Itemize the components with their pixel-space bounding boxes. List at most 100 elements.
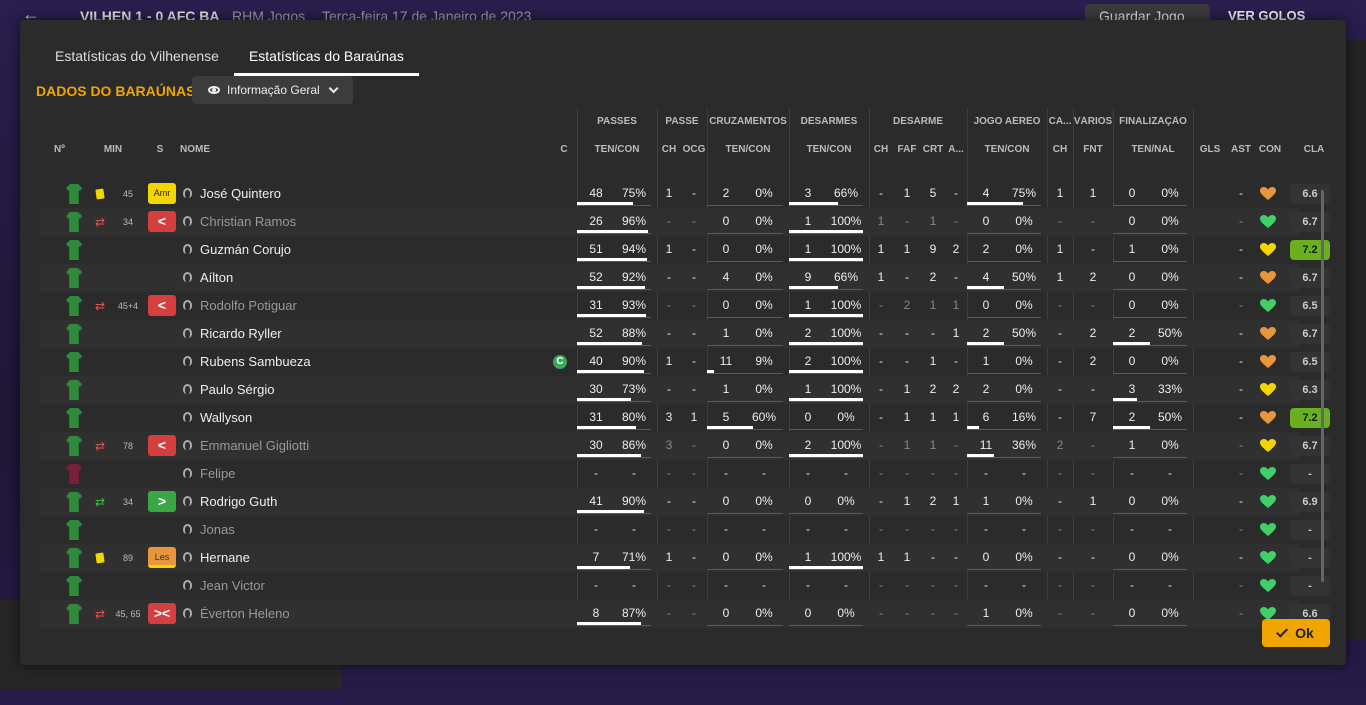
stat-value: 1	[903, 550, 911, 564]
table-row[interactable]: ⇄ 45, 65 >< Éverton Heleno 8 87% 0 0% 0 0% 1 0% 0 0% -…	[40, 600, 1330, 628]
table-row[interactable]: 45 Amr José Quintero 48 75% 2 0% 3 66% 4 75% 0 0% 1 - -…	[40, 180, 1330, 208]
column-header[interactable]: Nº	[54, 144, 84, 155]
column-header[interactable]: OCG	[681, 144, 707, 155]
column-header[interactable]: TEN/CON	[967, 144, 1047, 155]
column-header[interactable]: CLA	[1290, 144, 1338, 155]
column-header[interactable]: FAF	[893, 144, 921, 155]
column-header[interactable]: CRT	[919, 144, 947, 155]
player-name[interactable]: Ricardo Ryller	[200, 326, 282, 341]
stat-value: -	[954, 354, 958, 368]
player-name[interactable]: Rodolfo Potiguar	[200, 298, 297, 313]
table-row[interactable]: ⇄ 34 < Christian Ramos 26 96% 0 0% 1 100% 0 0% 0 0% - -…	[40, 208, 1330, 236]
table-row[interactable]: Wallyson 31 80% 5 60% 0 0% 6 16% 2 50% 3 1-1 1 1-7-7.2	[40, 404, 1330, 432]
player-name[interactable]: Éverton Heleno	[200, 606, 290, 621]
player-name[interactable]: Christian Ramos	[200, 214, 296, 229]
stat-value: -	[931, 326, 935, 340]
table-row[interactable]: Jean Victor - - - - - - - - - - - - - - - - - - - -	[40, 572, 1330, 600]
background-right-panel	[1344, 40, 1366, 640]
stat-attempts: 1	[982, 494, 990, 508]
stat-bar-track	[577, 569, 651, 570]
group-header[interactable]: CRUZAMENTOS	[707, 116, 789, 127]
condition-heart-icon	[1260, 439, 1276, 453]
group-header[interactable]: FINALIZAÇÃO	[1113, 116, 1193, 127]
stat-percentage: 0%	[1015, 606, 1033, 620]
stat-value: 1	[903, 242, 911, 256]
table-row[interactable]: Jonas - - - - - - - - - - - - - - - - - - - -	[40, 516, 1330, 544]
player-name[interactable]: Aílton	[200, 270, 233, 285]
table-row[interactable]: ⇄ 78 < Emmanuel Gigliotti 30 86% 0 0% 2 100% 11 36%…	[40, 432, 1330, 460]
group-header[interactable]: PASSES	[577, 116, 657, 127]
player-name[interactable]: Felipe	[200, 466, 235, 481]
view-dropdown[interactable]: Informação Geral	[192, 76, 353, 104]
table-row[interactable]: Felipe - - - - - - - - - - - - - - - - - - - -	[40, 460, 1330, 488]
table-row[interactable]: ⇄ 34 > Rodrigo Guth 41 90% 0 0% 0 0% 1 0% 0 0% - - - 1 2 1 -…	[40, 488, 1330, 516]
column-header[interactable]: TEN/NAL	[1113, 144, 1193, 155]
group-header[interactable]: VÁRIOS	[1073, 116, 1113, 127]
stat-bar-track	[967, 261, 1041, 262]
player-head-icon	[183, 216, 192, 226]
stat-attempts: 2	[722, 186, 730, 200]
group-header[interactable]: PASSE	[657, 116, 707, 127]
condition-heart-icon	[1260, 579, 1276, 593]
table-row[interactable]: ⇄ 45+4 < Rodolfo Potiguar 31 93% 0 0% 1 100% 0 0% 0 0…	[40, 292, 1330, 320]
stat-attempts: 0	[1128, 494, 1136, 508]
column-header[interactable]: TEN/CON	[577, 144, 657, 155]
column-header[interactable]: TEN/CON	[789, 144, 869, 155]
stat-bar-fill	[707, 370, 714, 373]
player-name[interactable]: Paulo Sérgio	[200, 382, 274, 397]
table-row[interactable]: Guzmán Corujo 51 94% 0 0% 1 100% 2 0% 1 0% 1 - 1 1 9 2 1 -…	[40, 236, 1330, 264]
stat-percentage: -	[1168, 466, 1172, 480]
table-row[interactable]: Rubens Sambueza C 40 90% 11 9% 2 100% 1 0% 0 0% 1 - - -…	[40, 348, 1330, 376]
column-header[interactable]: MIN	[98, 144, 128, 155]
column-header[interactable]: CH	[869, 144, 893, 155]
table-row[interactable]: Ricardo Ryller 52 88% 1 0% 2 100% 2 50% 2 50% - - - - -…	[40, 320, 1330, 348]
ok-button[interactable]: Ok	[1262, 619, 1330, 647]
group-header[interactable]: DESARME	[869, 116, 967, 127]
player-name[interactable]: Hernane	[200, 550, 250, 565]
column-header[interactable]: CH	[1047, 144, 1073, 155]
group-header[interactable]: JOGO AÉREO	[967, 116, 1047, 127]
tab-vilhenense[interactable]: Estatísticas do Vilhenense	[40, 42, 234, 76]
stat-bar-fill	[789, 370, 863, 373]
player-name[interactable]: Rubens Sambueza	[200, 354, 311, 369]
column-header[interactable]: GLS	[1193, 144, 1227, 155]
player-name[interactable]: Emmanuel Gigliotti	[200, 438, 309, 453]
column-header[interactable]: FNT	[1073, 144, 1113, 155]
tab-baraunas[interactable]: Estatísticas do Baraúnas	[233, 42, 419, 76]
player-name[interactable]: Jean Victor	[200, 578, 265, 593]
table-row[interactable]: Paulo Sérgio 30 73% 1 0% 1 100% 2 0% 3 33% - - - 1 2 2 - -…	[40, 376, 1330, 404]
stat-bar-track	[1113, 401, 1187, 402]
player-name[interactable]: José Quintero	[200, 186, 281, 201]
stat-attempts: 26	[589, 214, 603, 228]
group-header[interactable]: DESARMES	[789, 116, 869, 127]
group-header[interactable]: CA...	[1047, 116, 1073, 127]
stat-value: -	[667, 606, 671, 620]
player-name[interactable]: Jonas	[200, 522, 235, 537]
stat-value: -	[1239, 522, 1243, 536]
stat-bar-track	[577, 205, 651, 206]
column-header[interactable]: S	[148, 144, 172, 155]
column-header[interactable]: C	[552, 144, 576, 155]
stat-percentage: 0%	[837, 494, 855, 508]
shirt-icon	[66, 380, 82, 400]
player-name[interactable]: Guzmán Corujo	[200, 242, 291, 257]
column-header[interactable]: AST	[1227, 144, 1255, 155]
column-header[interactable]: TEN/CON	[707, 144, 789, 155]
stat-bar-track	[707, 345, 783, 346]
table-row[interactable]: 89 Les Hernane 7 71% 0 0% 1 100% 0 0% 0 0% 1 - 1 1 - - - - - -	[40, 544, 1330, 572]
column-header[interactable]: CON	[1255, 144, 1285, 155]
scrollbar[interactable]	[1321, 190, 1324, 582]
stat-percentage: 100%	[830, 438, 862, 452]
player-head-icon	[183, 552, 192, 562]
player-name[interactable]: Wallyson	[200, 410, 252, 425]
column-header[interactable]: CH	[657, 144, 681, 155]
column-header[interactable]: NOME	[180, 144, 240, 155]
condition-heart-icon	[1260, 411, 1276, 425]
stat-value: -	[692, 522, 696, 536]
table-row[interactable]: Aílton 52 92% 4 0% 9 66% 4 50% 0 0% - - 1 - 2 - 1 2 - 6.7	[40, 264, 1330, 292]
stat-attempts: 7	[592, 550, 600, 564]
player-name[interactable]: Rodrigo Guth	[200, 494, 277, 509]
stat-percentage: 100%	[830, 382, 862, 396]
stat-value: -	[692, 214, 696, 228]
column-header[interactable]: A...	[945, 144, 967, 155]
